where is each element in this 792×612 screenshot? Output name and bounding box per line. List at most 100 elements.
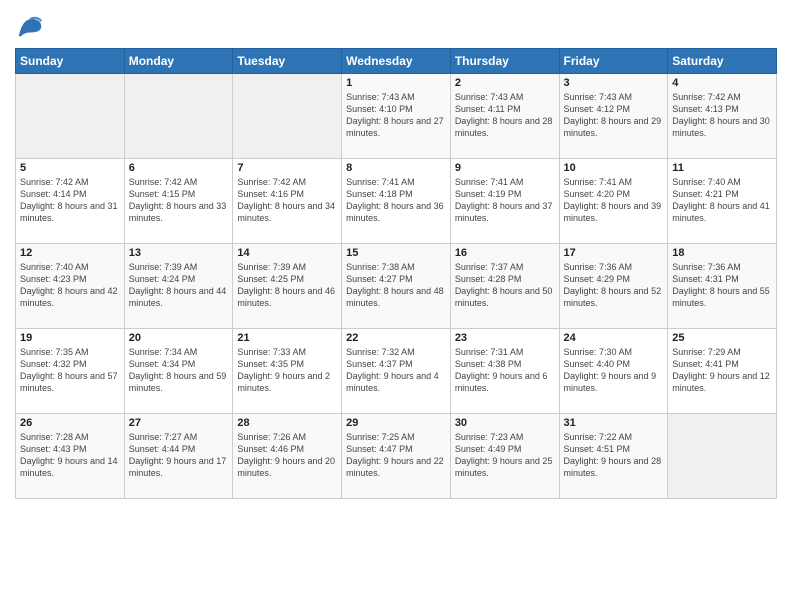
day-cell: 2 Sunrise: 7:43 AM Sunset: 4:11 PM Daylig… [450,74,559,159]
day-info: Sunrise: 7:27 AM Sunset: 4:44 PM Dayligh… [129,431,229,480]
day-number: 25 [672,332,772,344]
week-row-5: 26 Sunrise: 7:28 AM Sunset: 4:43 PM Dayli… [16,414,777,499]
day-cell: 20 Sunrise: 7:34 AM Sunset: 4:34 PM Dayli… [124,329,233,414]
day-info: Sunrise: 7:36 AM Sunset: 4:29 PM Dayligh… [564,261,664,310]
day-number: 11 [672,162,772,174]
day-info: Sunrise: 7:40 AM Sunset: 4:23 PM Dayligh… [20,261,120,310]
day-cell: 1 Sunrise: 7:43 AM Sunset: 4:10 PM Daylig… [342,74,451,159]
day-info: Sunrise: 7:42 AM Sunset: 4:13 PM Dayligh… [672,91,772,140]
day-cell: 31 Sunrise: 7:22 AM Sunset: 4:51 PM Dayli… [559,414,668,499]
day-number: 4 [672,77,772,89]
day-cell: 29Sunrise: 7:25 AM Sunset: 4:47 PM Dayli… [342,414,451,499]
day-cell: 26 Sunrise: 7:28 AM Sunset: 4:43 PM Dayli… [16,414,125,499]
day-number: 24 [564,332,664,344]
calendar: SundayMondayTuesdayWednesdayThursdayFrid… [15,48,777,499]
day-number: 9 [455,162,555,174]
day-number: 22 [346,332,446,344]
day-number: 12 [20,247,120,259]
day-cell: 22 Sunrise: 7:32 AM Sunset: 4:37 PM Dayli… [342,329,451,414]
day-number: 26 [20,417,120,429]
day-cell [16,74,125,159]
weekday-header-thursday: Thursday [450,49,559,74]
day-info: Sunrise: 7:30 AM Sunset: 4:40 PM Dayligh… [564,346,664,395]
day-number: 15 [346,247,446,259]
day-cell: 25 Sunrise: 7:29 AM Sunset: 4:41 PM Dayli… [668,329,777,414]
day-info: Sunrise: 7:26 AM Sunset: 4:46 PM Dayligh… [237,431,337,480]
day-cell: 3 Sunrise: 7:43 AM Sunset: 4:12 PM Daylig… [559,74,668,159]
day-cell: 16Sunrise: 7:37 AM Sunset: 4:28 PM Dayli… [450,244,559,329]
day-info: Sunrise: 7:23 AM Sunset: 4:49 PM Dayligh… [455,431,555,480]
day-number: 27 [129,417,229,429]
day-info: Sunrise: 7:32 AM Sunset: 4:37 PM Dayligh… [346,346,446,395]
day-info: Sunrise: 7:28 AM Sunset: 4:43 PM Dayligh… [20,431,120,480]
day-info: Sunrise: 7:25 AM Sunset: 4:47 PM Dayligh… [346,431,446,480]
header [15,10,777,40]
day-number: 17 [564,247,664,259]
day-cell: 27 Sunrise: 7:27 AM Sunset: 4:44 PM Dayli… [124,414,233,499]
day-info: Sunrise: 7:39 AM Sunset: 4:25 PM Dayligh… [237,261,337,310]
day-info: Sunrise: 7:33 AM Sunset: 4:35 PM Dayligh… [237,346,337,395]
day-number: 19 [20,332,120,344]
weekday-header-row: SundayMondayTuesdayWednesdayThursdayFrid… [16,49,777,74]
day-number: 13 [129,247,229,259]
day-number: 14 [237,247,337,259]
day-number: 1 [346,77,446,89]
weekday-header-monday: Monday [124,49,233,74]
day-number: 5 [20,162,120,174]
day-cell: 19 Sunrise: 7:35 AM Sunset: 4:32 PM Dayli… [16,329,125,414]
day-cell: 4 Sunrise: 7:42 AM Sunset: 4:13 PM Daylig… [668,74,777,159]
day-info: Sunrise: 7:43 AM Sunset: 4:10 PM Dayligh… [346,91,446,140]
week-row-4: 19 Sunrise: 7:35 AM Sunset: 4:32 PM Dayli… [16,329,777,414]
day-info: Sunrise: 7:42 AM Sunset: 4:14 PM Dayligh… [20,176,120,225]
week-row-2: 5 Sunrise: 7:42 AM Sunset: 4:14 PM Daylig… [16,159,777,244]
weekday-header-friday: Friday [559,49,668,74]
day-info: Sunrise: 7:40 AM Sunset: 4:21 PM Dayligh… [672,176,772,225]
day-cell: 13Sunrise: 7:39 AM Sunset: 4:24 PM Dayli… [124,244,233,329]
day-info: Sunrise: 7:34 AM Sunset: 4:34 PM Dayligh… [129,346,229,395]
day-info: Sunrise: 7:31 AM Sunset: 4:38 PM Dayligh… [455,346,555,395]
day-number: 7 [237,162,337,174]
day-number: 2 [455,77,555,89]
logo [15,10,49,40]
day-cell: 7Sunrise: 7:42 AM Sunset: 4:16 PM Daylig… [233,159,342,244]
day-number: 3 [564,77,664,89]
day-info: Sunrise: 7:35 AM Sunset: 4:32 PM Dayligh… [20,346,120,395]
day-number: 20 [129,332,229,344]
day-number: 23 [455,332,555,344]
day-number: 18 [672,247,772,259]
day-info: Sunrise: 7:42 AM Sunset: 4:15 PM Dayligh… [129,176,229,225]
day-info: Sunrise: 7:36 AM Sunset: 4:31 PM Dayligh… [672,261,772,310]
day-info: Sunrise: 7:41 AM Sunset: 4:18 PM Dayligh… [346,176,446,225]
weekday-header-sunday: Sunday [16,49,125,74]
day-number: 21 [237,332,337,344]
day-info: Sunrise: 7:41 AM Sunset: 4:19 PM Dayligh… [455,176,555,225]
day-cell: 6 Sunrise: 7:42 AM Sunset: 4:15 PM Daylig… [124,159,233,244]
day-cell: 15Sunrise: 7:38 AM Sunset: 4:27 PM Dayli… [342,244,451,329]
day-cell: 24 Sunrise: 7:30 AM Sunset: 4:40 PM Dayli… [559,329,668,414]
day-cell: 9 Sunrise: 7:41 AM Sunset: 4:19 PM Daylig… [450,159,559,244]
day-cell: 10Sunrise: 7:41 AM Sunset: 4:20 PM Dayli… [559,159,668,244]
day-info: Sunrise: 7:43 AM Sunset: 4:12 PM Dayligh… [564,91,664,140]
week-row-1: 1 Sunrise: 7:43 AM Sunset: 4:10 PM Daylig… [16,74,777,159]
day-number: 28 [237,417,337,429]
day-number: 8 [346,162,446,174]
day-info: Sunrise: 7:22 AM Sunset: 4:51 PM Dayligh… [564,431,664,480]
week-row-3: 12 Sunrise: 7:40 AM Sunset: 4:23 PM Dayli… [16,244,777,329]
day-cell: 28 Sunrise: 7:26 AM Sunset: 4:46 PM Dayli… [233,414,342,499]
weekday-header-wednesday: Wednesday [342,49,451,74]
day-cell [668,414,777,499]
day-cell: 12 Sunrise: 7:40 AM Sunset: 4:23 PM Dayli… [16,244,125,329]
day-number: 10 [564,162,664,174]
day-cell [233,74,342,159]
day-cell: 14 Sunrise: 7:39 AM Sunset: 4:25 PM Dayli… [233,244,342,329]
day-cell: 5 Sunrise: 7:42 AM Sunset: 4:14 PM Daylig… [16,159,125,244]
day-info: Sunrise: 7:43 AM Sunset: 4:11 PM Dayligh… [455,91,555,140]
weekday-header-tuesday: Tuesday [233,49,342,74]
day-cell: 8 Sunrise: 7:41 AM Sunset: 4:18 PM Daylig… [342,159,451,244]
day-number: 31 [564,417,664,429]
weekday-header-saturday: Saturday [668,49,777,74]
day-number: 30 [455,417,555,429]
day-cell: 17 Sunrise: 7:36 AM Sunset: 4:29 PM Dayli… [559,244,668,329]
day-info: Sunrise: 7:29 AM Sunset: 4:41 PM Dayligh… [672,346,772,395]
day-number: 6 [129,162,229,174]
